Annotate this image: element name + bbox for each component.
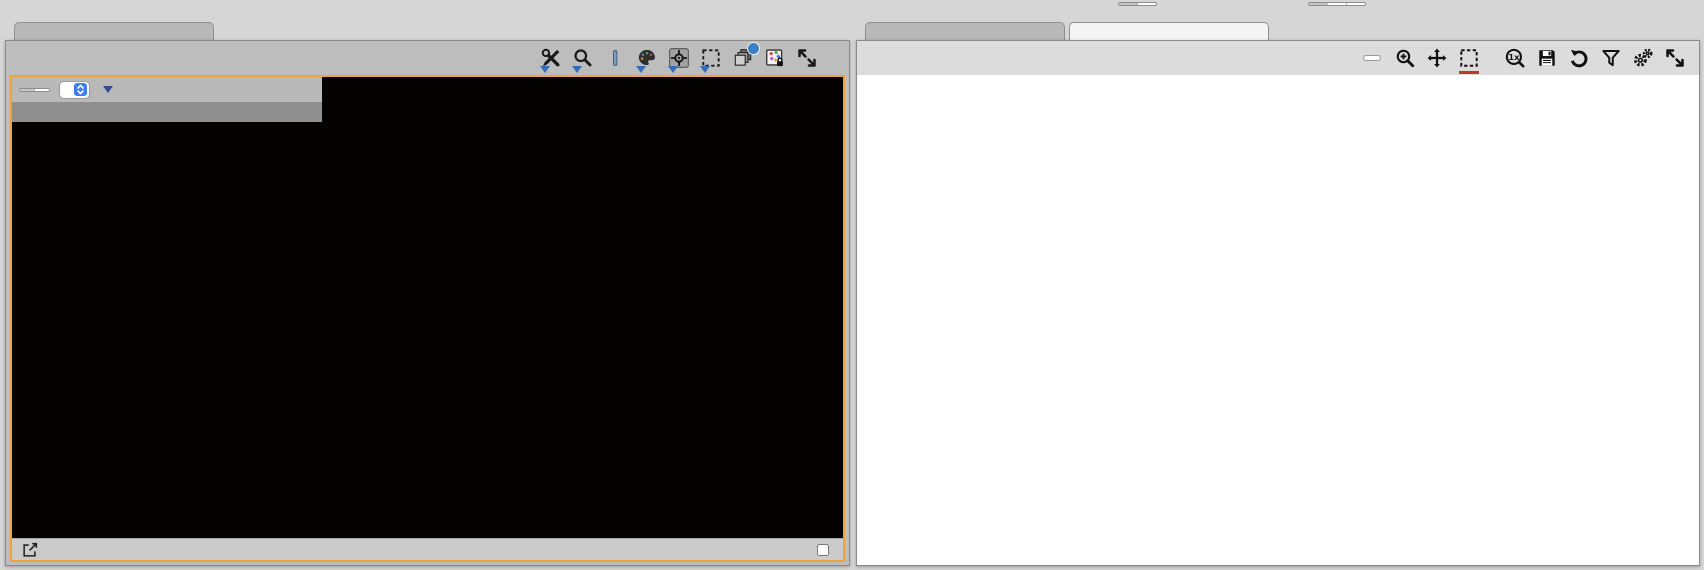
tab-details[interactable]	[1069, 22, 1269, 40]
sky-image[interactable]	[12, 77, 843, 538]
coverage-layout-group	[1112, 2, 1157, 6]
tools-icon[interactable]	[539, 46, 563, 73]
coverage-with-charts-button[interactable]	[1137, 3, 1156, 5]
layers-icon[interactable]	[731, 42, 760, 70]
hips-image-viewer	[10, 75, 845, 562]
external-link-icon[interactable]	[21, 541, 39, 559]
svg-text:1x: 1x	[1508, 52, 1520, 62]
chart-area	[857, 75, 1699, 565]
pin-chart-button[interactable]	[1363, 55, 1381, 61]
tab-active-chart[interactable]	[865, 22, 1065, 40]
zoom-in-icon[interactable]	[1393, 46, 1417, 70]
zoom-search-icon[interactable]	[571, 46, 595, 73]
settings-icon[interactable]	[1631, 46, 1655, 70]
chart-toolbar: 1x	[857, 41, 1699, 75]
coverage-mode-segment	[1118, 2, 1157, 6]
zoom-1x-icon[interactable]: 1x	[1503, 46, 1527, 70]
viewer-controls-row	[12, 77, 322, 102]
top-bar	[0, 0, 1704, 22]
layout-bi-view-tables-button[interactable]	[1346, 3, 1365, 5]
toolbar-separator	[603, 46, 627, 70]
select-zoom-icon[interactable]	[1457, 46, 1481, 74]
viewer-status-bar	[12, 538, 843, 560]
expand-icon[interactable]	[1663, 46, 1687, 70]
tab-coverage[interactable]	[14, 22, 214, 40]
projection-aitoff-button[interactable]	[34, 88, 49, 91]
survey-label-row	[12, 102, 322, 122]
chart-panel-body: 1x	[856, 40, 1700, 566]
image-toolbar	[6, 41, 849, 75]
select-stepper-icon	[74, 83, 87, 96]
save-icon[interactable]	[1535, 46, 1559, 70]
select-area-icon[interactable]	[699, 46, 723, 73]
chart-tab-row	[856, 22, 1700, 40]
color-palette-icon[interactable]	[635, 46, 659, 73]
coverage-panel-body	[5, 40, 850, 566]
expand-icon[interactable]	[795, 46, 819, 70]
sky-image-wrap	[12, 77, 843, 538]
recenter-icon[interactable]	[667, 46, 691, 73]
pan-icon[interactable]	[1425, 46, 1449, 70]
viewer-controls-overlay	[12, 77, 322, 122]
lock-by-click-checkbox[interactable]	[817, 543, 829, 556]
lock-by-click-group	[817, 543, 834, 556]
layout-tri-view-button[interactable]	[1309, 3, 1327, 5]
coverage-left-button[interactable]	[1119, 3, 1137, 5]
red-sequence-chart[interactable]	[857, 75, 1699, 565]
coord-system-select[interactable]	[59, 80, 90, 99]
layout-group	[1302, 2, 1366, 6]
filter-icon[interactable]	[1599, 46, 1623, 70]
layout-segment	[1308, 2, 1366, 6]
layout-bi-view-images-button[interactable]	[1327, 3, 1346, 5]
coverage-panel	[5, 22, 850, 566]
undo-icon[interactable]	[1567, 46, 1591, 70]
projection-segment	[19, 87, 50, 92]
layers-count-badge	[747, 42, 760, 55]
catalog-overlay-icon[interactable]	[763, 46, 787, 70]
chart-panel: 1x	[856, 22, 1700, 566]
projection-hips-button[interactable]	[20, 88, 34, 91]
hips-moc-dropdown[interactable]	[99, 86, 113, 93]
coverage-tab-row	[5, 22, 850, 40]
active-tool-indicator	[1459, 71, 1479, 74]
